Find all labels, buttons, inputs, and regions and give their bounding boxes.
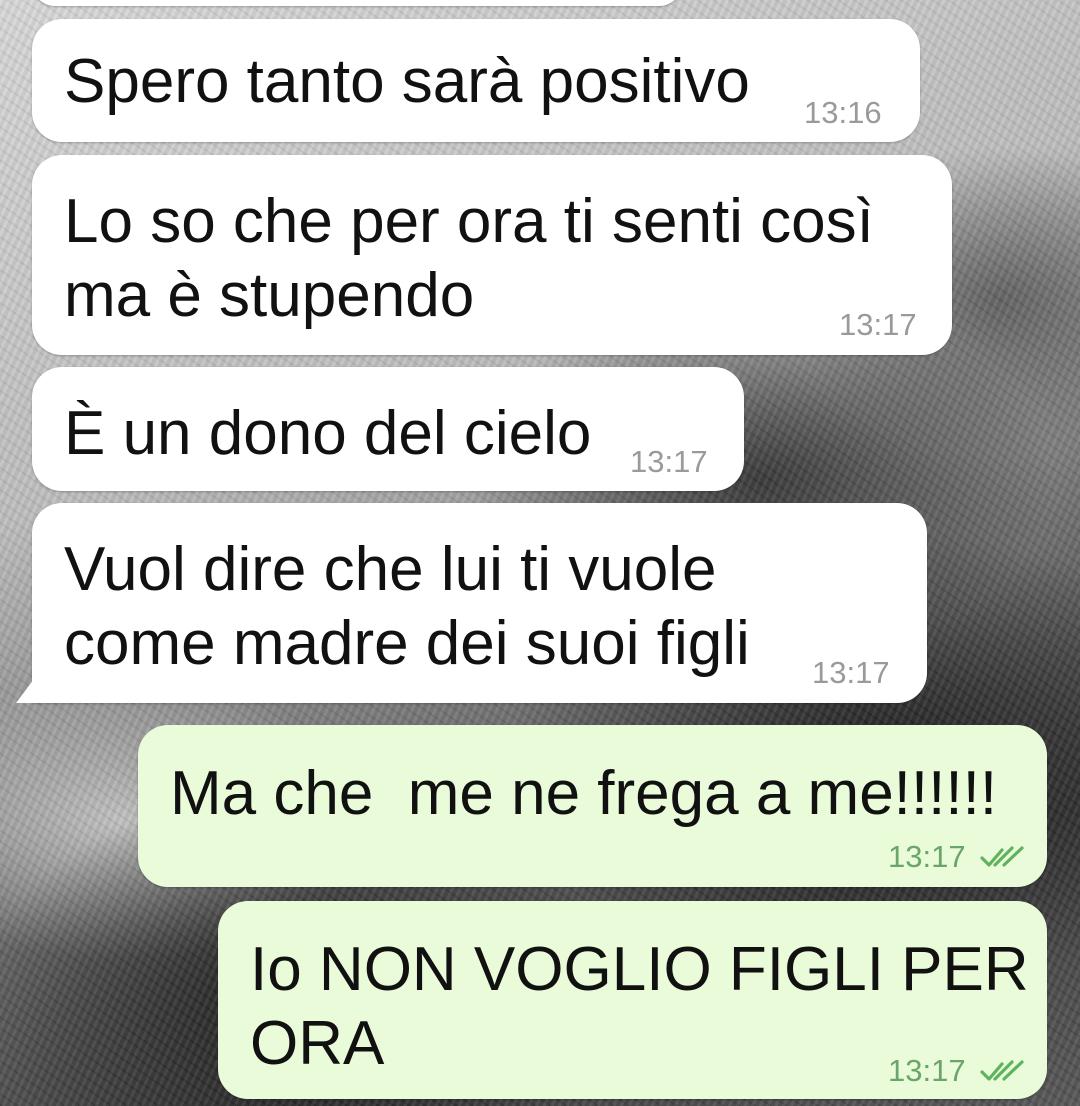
message-timestamp: 13:17 xyxy=(630,444,708,479)
message-text: Vuol dire che lui ti vuole come madre de… xyxy=(64,535,750,678)
message-bubble-outgoing[interactable]: Ma che me ne frega a me!!!!!! 13:17 xyxy=(138,725,1047,887)
message-timestamp: 13:17 xyxy=(888,1053,966,1088)
message-bubble-outgoing[interactable]: Io NON VOGLIO FIGLI PER ORA 13:17 xyxy=(218,901,1047,1099)
message-bubble-partial[interactable] xyxy=(32,0,682,6)
message-timestamp: 13:17 xyxy=(888,839,966,874)
message-text: Spero tanto sarà positivo xyxy=(64,47,750,116)
message-bubble-incoming[interactable]: Spero tanto sarà positivo 13:16 xyxy=(32,19,920,142)
message-bubble-incoming[interactable]: Vuol dire che lui ti vuole come madre de… xyxy=(32,503,927,703)
message-bubble-incoming[interactable]: È un dono del cielo 13:17 xyxy=(32,367,744,491)
message-timestamp: 13:17 xyxy=(839,307,917,342)
message-text: È un dono del cielo xyxy=(64,399,592,468)
message-timestamp: 13:16 xyxy=(804,95,882,130)
double-check-icon xyxy=(980,1060,1024,1081)
message-text: Lo so che per ora ti senti così ma è stu… xyxy=(64,187,874,330)
message-timestamp: 13:17 xyxy=(812,655,890,690)
message-bubble-incoming[interactable]: Lo so che per ora ti senti così ma è stu… xyxy=(32,155,952,355)
message-text: Ma che me ne frega a me!!!!!! xyxy=(170,759,998,828)
message-tail-incoming xyxy=(16,679,34,703)
double-check-icon xyxy=(980,846,1024,867)
